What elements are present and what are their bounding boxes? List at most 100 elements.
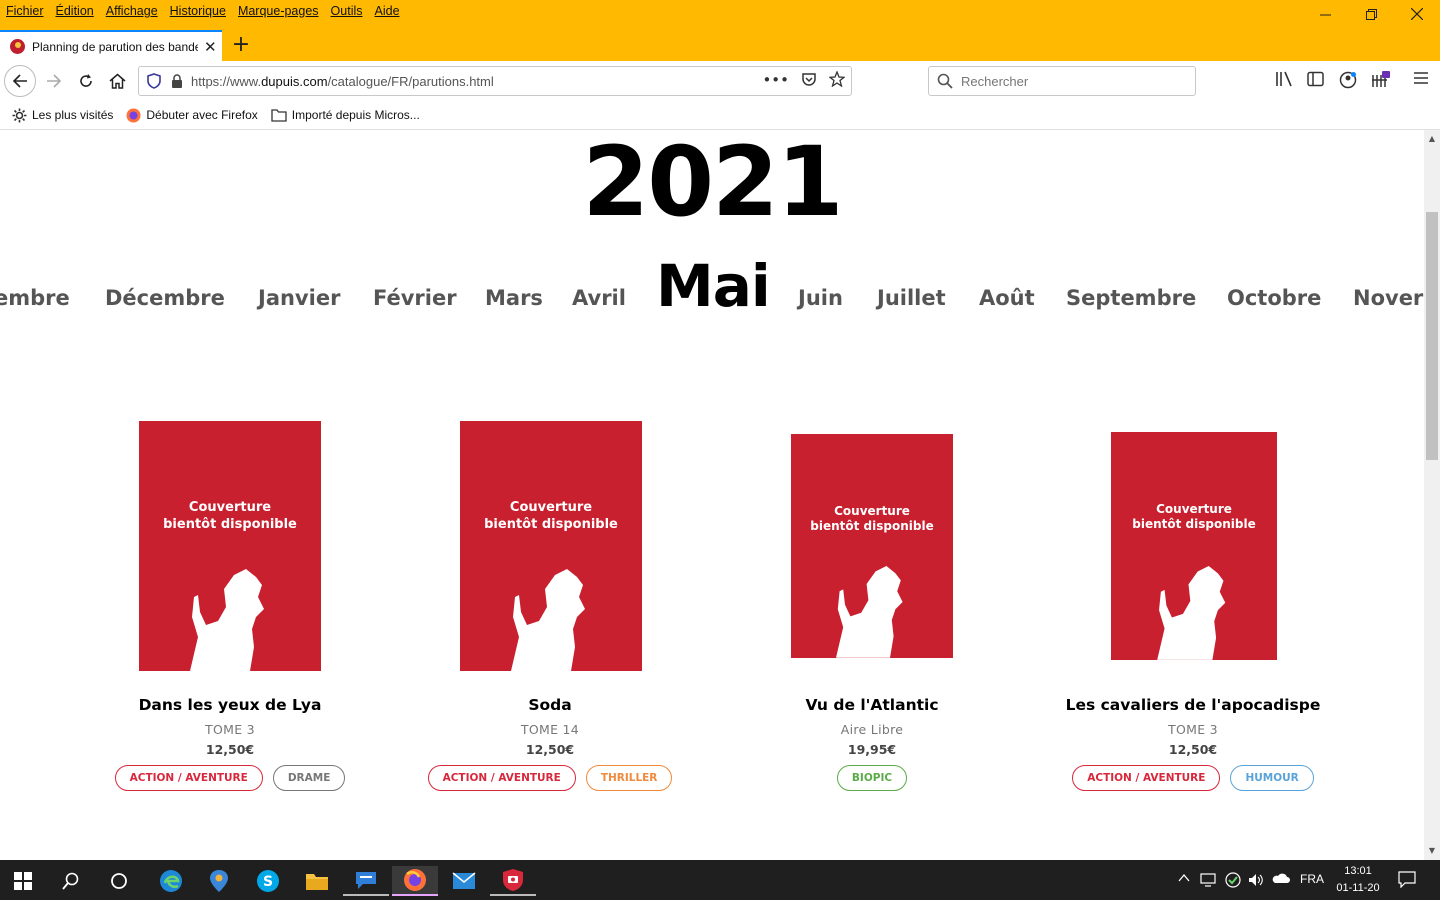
restore-icon (1365, 8, 1377, 20)
book-cover-placeholder[interactable]: Couverture bientôt disponible (1111, 432, 1277, 660)
bookmarks-toolbar: Les plus visités Débuter avec Firefox Im… (0, 101, 1440, 130)
menu-fichier[interactable]: Fichier (6, 4, 44, 18)
hamburger-menu-icon[interactable] (1413, 71, 1429, 89)
month-item[interactable]: Février (373, 286, 457, 310)
search-icon (937, 73, 953, 89)
page-scrollbar[interactable]: ▲ ▼ (1424, 130, 1440, 860)
month-item[interactable]: Octobre (1227, 286, 1321, 310)
lock-icon[interactable] (171, 74, 183, 88)
taskbar-skype[interactable]: S (245, 866, 291, 896)
account-icon[interactable] (1339, 71, 1357, 93)
check-status-icon[interactable] (1225, 872, 1241, 891)
start-button[interactable] (0, 866, 46, 896)
extension-icon[interactable] (1371, 71, 1391, 93)
book-title[interactable]: Vu de l'Atlantic (722, 696, 1022, 714)
sidebar-icon[interactable] (1307, 71, 1324, 91)
page-actions-icon[interactable]: ••• (762, 71, 789, 89)
book-subtitle: TOME 3 (1168, 722, 1218, 737)
genre-tag[interactable]: DRAME (272, 765, 346, 791)
month-item[interactable]: Nover (1353, 286, 1423, 310)
book-cover-placeholder[interactable]: Couverture bientôt disponible (460, 421, 642, 671)
book-subtitle: TOME 14 (520, 722, 580, 737)
cover-placeholder-text: Couverture bientôt disponible (1132, 502, 1256, 531)
volume-icon[interactable] (1248, 872, 1264, 891)
bookmark-star-icon[interactable] (829, 71, 845, 87)
month-item[interactable]: Janvier (258, 286, 340, 310)
close-window-button[interactable] (1394, 0, 1440, 28)
new-tab-button[interactable]: + (231, 32, 251, 57)
taskbar-security-app[interactable] (490, 866, 536, 896)
book-cover-placeholder[interactable]: Couverture bientôt disponible (791, 434, 953, 658)
notifications-icon[interactable] (1398, 870, 1416, 891)
bookmark-most-visited[interactable]: Les plus visités (12, 108, 113, 123)
url-text[interactable]: https://www.dupuis.com/catalogue/FR/paru… (191, 74, 494, 89)
windows-logo-icon (14, 872, 32, 890)
url-actions: ••• (762, 71, 845, 89)
menu-affichage[interactable]: Affichage (106, 4, 158, 18)
genre-tag[interactable]: ACTION / AVENTURE (427, 765, 576, 791)
onedrive-icon[interactable] (1272, 872, 1290, 887)
month-item[interactable]: Juin (798, 286, 843, 310)
month-item[interactable]: Décembre (105, 286, 225, 310)
year-heading: 2021 (582, 130, 843, 238)
tab-close-icon[interactable]: ✕ (204, 38, 217, 56)
skype-icon: S (257, 870, 279, 892)
book-cover-placeholder[interactable]: Couverture bientôt disponible (139, 421, 321, 671)
reload-button[interactable] (72, 67, 100, 95)
genre-tag[interactable]: HUMOUR (1230, 765, 1314, 791)
home-button[interactable] (103, 67, 131, 95)
minimize-button[interactable] (1302, 0, 1348, 28)
menu-aide[interactable]: Aide (375, 4, 400, 18)
menu-outils[interactable]: Outils (331, 4, 363, 18)
genre-tag[interactable]: ACTION / AVENTURE (1072, 765, 1221, 791)
scroll-down-icon[interactable]: ▼ (1424, 846, 1440, 855)
tab-active[interactable]: Planning de parution des bandes dessinée… (0, 30, 222, 61)
genre-tag[interactable]: THRILLER (585, 765, 673, 791)
taskbar-file-explorer[interactable] (294, 866, 340, 896)
book-title[interactable]: Soda (400, 696, 700, 714)
taskbar-app-chat[interactable] (343, 866, 389, 896)
menu-historique[interactable]: Historique (170, 4, 226, 18)
taskbar-edge[interactable] (148, 866, 194, 896)
month-item[interactable]: Juillet (877, 286, 946, 310)
scroll-up-icon[interactable]: ▲ (1424, 134, 1440, 143)
genre-tag[interactable]: ACTION / AVENTURE (114, 765, 263, 791)
shield-camera-icon (503, 869, 523, 891)
pocket-icon[interactable] (801, 71, 817, 87)
tray-overflow-icon[interactable] (1178, 872, 1190, 886)
taskbar-mail[interactable] (441, 866, 487, 896)
book-price: 12,50€ (205, 742, 255, 757)
language-indicator[interactable]: FRA (1300, 872, 1324, 886)
taskbar-maps[interactable] (196, 866, 242, 896)
forward-button[interactable] (40, 67, 68, 95)
scroll-thumb[interactable] (1426, 212, 1438, 460)
library-icon[interactable] (1275, 71, 1293, 91)
genre-tag[interactable]: BIOPIC (836, 765, 908, 791)
forward-arrow-icon (47, 74, 62, 88)
taskbar-search-button[interactable] (48, 866, 94, 896)
home-icon (109, 73, 125, 89)
clock[interactable]: 13:01 01-11-20 (1330, 863, 1386, 897)
tracking-shield-icon[interactable] (147, 73, 161, 89)
book-title[interactable]: Dans les yeux de Lya (80, 696, 380, 714)
month-item[interactable]: Août (979, 286, 1035, 310)
back-button[interactable] (4, 65, 36, 97)
book-title[interactable]: Les cavaliers de l'apocadispe (1043, 696, 1343, 714)
tab-title: Planning de parution des bandes dessinée… (32, 39, 198, 54)
bookmark-getting-started[interactable]: Débuter avec Firefox (126, 108, 258, 123)
url-bar[interactable]: https://www.dupuis.com/catalogue/FR/paru… (138, 66, 852, 96)
search-input[interactable]: Rechercher (961, 74, 1028, 89)
cortana-button[interactable] (96, 866, 142, 896)
month-item[interactable]: embre (0, 286, 70, 310)
taskbar-firefox[interactable] (392, 866, 438, 896)
month-item[interactable]: Mars (485, 286, 543, 310)
search-bar[interactable]: Rechercher (928, 66, 1196, 96)
menu-edition[interactable]: Édition (56, 4, 94, 18)
bookmark-imported-folder[interactable]: Importé depuis Micros... (271, 108, 420, 122)
menu-marque-pages[interactable]: Marque-pages (238, 4, 319, 18)
month-item[interactable]: Avril (572, 286, 626, 310)
month-item[interactable]: Septembre (1066, 286, 1196, 310)
network-icon[interactable] (1200, 872, 1218, 891)
month-item-active[interactable]: Mai (656, 252, 771, 320)
restore-button[interactable] (1348, 0, 1394, 28)
